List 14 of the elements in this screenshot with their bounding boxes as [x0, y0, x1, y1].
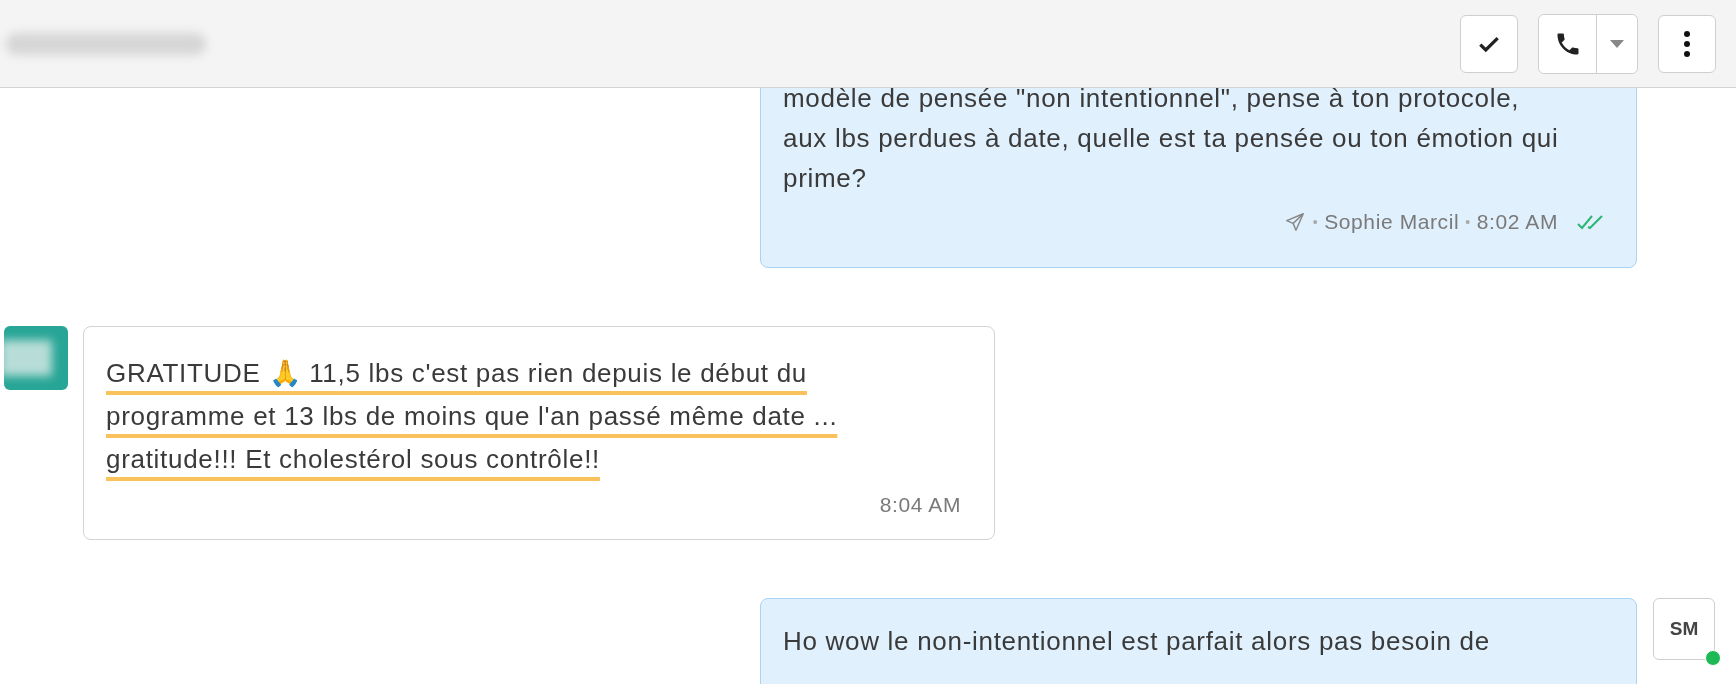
caret-icon — [1609, 38, 1625, 49]
more-icon — [1682, 29, 1692, 58]
resolve-button[interactable] — [1460, 14, 1518, 73]
message-text: GRATITUDE 🙏 11,5 lbs c'est pas rien depuis le début du programme et 13 lbs de moins que l'an passé même date ... gratitude!!! Et cholestérol sous contrôle!! — [106, 357, 839, 476]
menu-button[interactable] — [1658, 14, 1716, 73]
message-text: modèle de pensée "non intentionnel", pense à ton protocole, aux lbs perdues à date, quelle est ta pensée ou ton émotion qui prime? — [783, 88, 1560, 195]
avatar — [4, 326, 68, 390]
message-time: 8:04 AM — [879, 493, 961, 517]
separator-dot: • — [1312, 214, 1319, 230]
separator-dot: • — [1465, 214, 1471, 230]
message-text: Ho wow le non-intentionnel est parfait alors pas besoin de — [783, 625, 1491, 658]
call-button[interactable] — [1539, 14, 1597, 73]
message-time: 8:02 AM — [1476, 210, 1558, 234]
sender-name: Sophie Marcil — [1324, 210, 1460, 234]
